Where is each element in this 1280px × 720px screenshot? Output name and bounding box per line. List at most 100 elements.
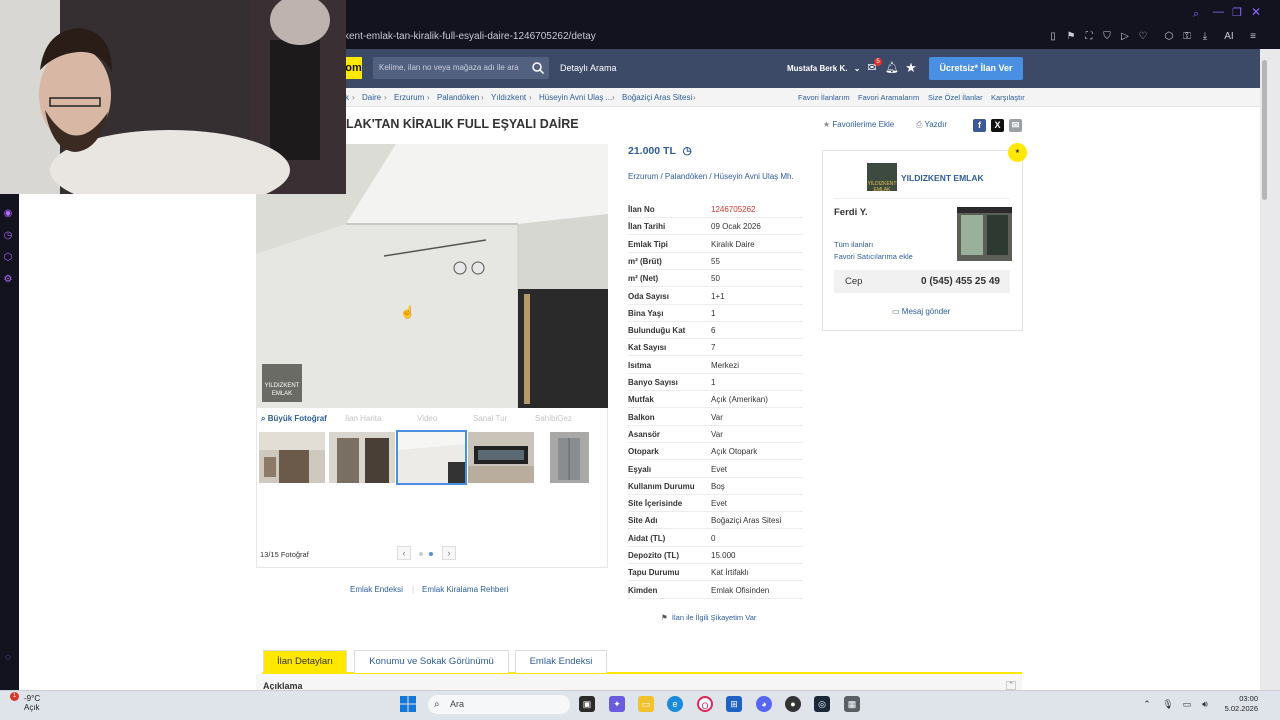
price-history-icon[interactable]: ◷	[683, 145, 692, 157]
discord-icon[interactable]: ◕	[756, 696, 772, 712]
all-listings-link[interactable]: Tüm ilanları	[834, 240, 873, 249]
print-button[interactable]: ⎙ Yazdır	[916, 120, 947, 130]
search-icon[interactable]	[531, 61, 545, 75]
settings-icon[interactable]: ⚙	[2, 274, 14, 286]
history-icon[interactable]: ◷	[2, 230, 14, 242]
breadcrumb-item[interactable]: Hüseyin Avni Ulaş ...	[539, 93, 612, 102]
sidebar-icon[interactable]: ▯	[1047, 31, 1059, 43]
breadcrumb-item[interactable]: Erzurum	[394, 93, 424, 102]
thumbnail[interactable]	[259, 432, 325, 483]
breadcrumb-item[interactable]: Palandöken	[437, 93, 479, 102]
tab-location[interactable]: Konumu ve Sokak Görünümü	[354, 650, 509, 673]
site-logo[interactable]: om	[345, 57, 362, 79]
minimize-button[interactable]: —	[1213, 6, 1225, 18]
extensions-sidebar-icon[interactable]: ⬡	[2, 252, 14, 264]
extensions-icon[interactable]: ⬡	[1163, 31, 1175, 43]
complaint-link[interactable]: ⚑ İlan ile İlgili Şikayetim Var	[661, 613, 756, 622]
detail-value: Kat İrtifaklı	[711, 568, 749, 577]
search-placeholder[interactable]: Kelime, ilan no veya mağaza adı ile ara	[379, 63, 519, 72]
favorite-listings-link[interactable]: Favori İlanlarım	[798, 93, 850, 102]
phone-number[interactable]: 0 (545) 455 25 49	[921, 276, 1000, 287]
post-ad-button[interactable]: Ücretsiz* İlan Ver	[929, 57, 1023, 80]
star-icon[interactable]: ★	[904, 61, 918, 75]
play-icon[interactable]: ▷	[1119, 31, 1131, 43]
tab-emlak-index[interactable]: Emlak Endeksi	[515, 650, 607, 673]
close-button[interactable]: ✕	[1251, 5, 1263, 19]
location-district[interactable]: Palandöken	[665, 172, 707, 181]
file-explorer-icon[interactable]: ▭	[638, 696, 654, 712]
detailed-search-link[interactable]: Detaylı Arama	[560, 63, 617, 73]
add-favorite-button[interactable]: ★ Favorilerime Ekle	[823, 120, 894, 129]
sidebar-app-icon[interactable]: ◉	[2, 208, 14, 220]
network-icon[interactable]: ▭	[1181, 698, 1193, 710]
agency-logo[interactable]: YILDIZKENT EMLAK	[867, 163, 897, 193]
special-listings-link[interactable]: Size Özel İlanlar	[928, 93, 983, 102]
send-message-button[interactable]: ▭ Mesaj gönder	[892, 307, 950, 316]
facebook-share-icon[interactable]: f	[973, 119, 986, 132]
video-tab[interactable]: Video	[417, 414, 437, 423]
x-share-icon[interactable]: X	[991, 119, 1004, 132]
thumbnail-selected[interactable]	[396, 430, 467, 485]
download-icon[interactable]: ⤓	[1199, 31, 1211, 43]
search-icon[interactable]: ⌕	[1193, 8, 1205, 20]
url-text[interactable]: kent-emlak-tan-kiralik-full-esyali-daire…	[344, 31, 596, 42]
heart-icon[interactable]: ♡	[1137, 31, 1149, 43]
clock[interactable]: 03:00 5.02.2026	[1214, 694, 1258, 714]
thumbnail[interactable]	[550, 432, 589, 483]
taskbar-search-label[interactable]: Ara	[450, 699, 464, 709]
chevron-down-icon: ⌄	[853, 64, 861, 73]
map-tab[interactable]: İlan Harita	[345, 414, 381, 423]
app-icon[interactable]: ●	[785, 696, 801, 712]
edge-icon[interactable]: e	[667, 696, 683, 712]
windows-start-icon[interactable]	[400, 696, 416, 712]
opera-gx-icon[interactable]: O	[697, 696, 713, 712]
collapse-icon[interactable]: ⌃	[1006, 681, 1016, 690]
steam-icon[interactable]: ◎	[814, 696, 830, 712]
emlak-index-link[interactable]: Emlak Endeksi	[350, 585, 403, 594]
rental-guide-link[interactable]: Emlak Kiralama Rehberi	[422, 585, 508, 594]
favorite-seller-link[interactable]: Favori Satıcılarıma ekle	[834, 252, 913, 261]
microphone-icon[interactable]: 🎙︎	[1162, 698, 1174, 710]
agency-name[interactable]: YILDIZKENT EMLAK	[901, 173, 984, 183]
sidebar-tool-icon[interactable]: ◌	[2, 652, 14, 664]
photo-counter: 13/15 Fotoğraf	[260, 550, 309, 559]
user-menu[interactable]: Mustafa Berk K. ⌄	[787, 64, 860, 73]
scrollbar-thumb[interactable]	[1262, 60, 1267, 200]
store-photo[interactable]	[957, 207, 1012, 261]
email-share-icon[interactable]: ✉	[1009, 119, 1022, 132]
favorite-searches-link[interactable]: Favori Aramalarım	[858, 93, 919, 102]
page-dot[interactable]	[419, 552, 423, 556]
weather-widget[interactable]: -9°C Açık	[24, 694, 40, 712]
breadcrumb-item[interactable]: Boğaziçi Aras Sitesi	[622, 93, 692, 102]
copilot-icon[interactable]: ✦	[609, 696, 625, 712]
breadcrumb-item[interactable]: Daire	[362, 93, 381, 102]
thumbnail[interactable]	[468, 432, 534, 483]
bell-icon[interactable]: 🔔︎	[885, 61, 899, 75]
prev-photos-button[interactable]: ‹	[397, 546, 411, 560]
sahibigez-tab[interactable]: SahibiGez	[535, 414, 572, 423]
bookmark-icon[interactable]: ⚑	[1065, 31, 1077, 43]
large-photo-tab[interactable]: ⌕ Büyük Fotoğraf	[261, 414, 327, 424]
breadcrumb-item[interactable]: Yıldızkent	[491, 93, 526, 102]
tab-listing-details[interactable]: İlan Detayları	[263, 650, 347, 673]
virtual-tour-tab[interactable]: Sanal Tur	[473, 414, 507, 423]
shield-icon[interactable]: ⛉	[1101, 31, 1113, 43]
maximize-button[interactable]: ❐	[1232, 6, 1244, 19]
lock-icon[interactable]: ⚿	[1181, 31, 1193, 43]
task-view-icon[interactable]: ▣	[579, 696, 595, 712]
menu-icon[interactable]: ≡	[1247, 31, 1259, 43]
next-photos-button[interactable]: ›	[442, 546, 456, 560]
location-neighborhood[interactable]: Hüseyin Avni Ulaş Mh.	[714, 172, 794, 181]
screenshot-icon[interactable]: ⛶	[1083, 31, 1095, 43]
thumbnail[interactable]	[329, 432, 395, 483]
volume-icon[interactable]: 🔊︎	[1199, 698, 1211, 710]
calculator-icon[interactable]: ▦	[844, 696, 860, 712]
chevron-up-icon[interactable]: ⌃	[1141, 698, 1153, 710]
divider	[834, 198, 1010, 199]
compare-link[interactable]: Karşılaştır	[991, 93, 1025, 102]
sahibigez-label: SahibiGez	[535, 414, 572, 423]
ai-button[interactable]: AI	[1219, 31, 1239, 43]
location-city[interactable]: Erzurum	[628, 172, 658, 181]
store-icon[interactable]: ⊞	[726, 696, 742, 712]
page-dot-active[interactable]	[429, 552, 433, 556]
